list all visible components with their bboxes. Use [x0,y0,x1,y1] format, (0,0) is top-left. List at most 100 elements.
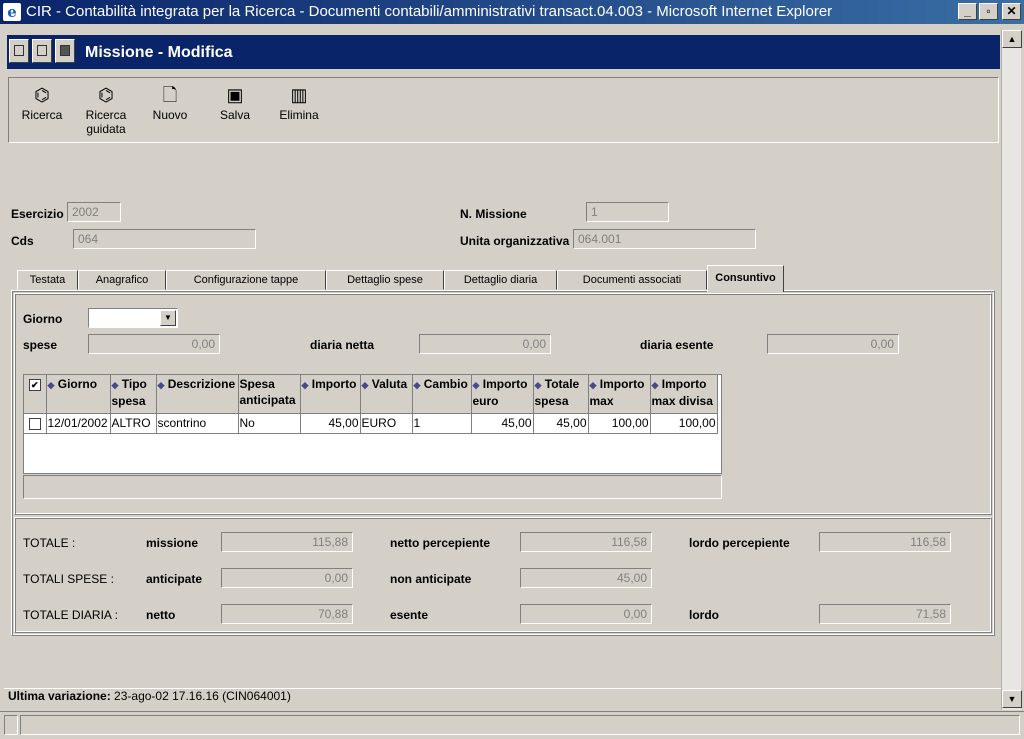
unita-organizzativa-label: Unita organizzativa [460,234,570,248]
sort-icon: ◆ [111,380,119,390]
guided-search-button[interactable]: ⌬ Ricerca guidata [75,84,137,136]
scroll-up-icon[interactable]: ▲ [1002,30,1022,48]
sort-icon: ◆ [301,380,309,390]
lordo-label: lordo [689,608,719,622]
last-modified-value: 23-ago-02 17.16.16 (CIN064001) [114,689,291,703]
cell-tipo-spesa: ALTRO [110,413,157,434]
col-header-importo-euro[interactable]: ◆ Importo euro [471,375,534,414]
totale-diaria-label: TOTALE DIARIA : [23,608,118,622]
tab-documenti-associati[interactable]: Documenti associati [557,270,707,290]
col-header-importo-max[interactable]: ◆ Importo max [588,375,651,414]
giorno-label: Giorno [23,312,63,326]
select-all-checkbox[interactable]: ✔ [24,375,47,414]
spese-field[interactable]: 0,00 [88,334,220,354]
restore-button[interactable]: ▫ [979,3,998,20]
internet-explorer-icon: e [3,3,21,21]
esercizio-label: Esercizio [11,207,64,221]
col-header-giorno[interactable]: ◆ Giorno [46,375,111,414]
sort-icon: ◆ [361,380,369,390]
toolbar: ⌬ Ricerca ⌬ Ricerca guidata 🗋 Nuovo ▣ Sa… [8,77,999,143]
scroll-down-icon[interactable]: ▼ [1002,690,1022,708]
cell-importo-max: 100,00 [588,413,651,434]
status-indicator [4,715,18,735]
sort-icon: ◆ [47,380,55,390]
save-button[interactable]: ▣ Salva [204,84,266,122]
cell-importo: 45,00 [300,413,361,434]
n-missione-field[interactable]: 1 [586,202,669,222]
col-header-cambio[interactable]: ◆ Cambio [412,375,472,414]
save-window-icon[interactable] [32,39,52,63]
save-button-label: Salva [219,108,251,122]
status-text-area [20,715,1020,735]
last-modified-bar: Ultima variazione: 23-ago-02 17.16.16 (C… [4,688,1001,705]
diaria-esente-field[interactable]: 0,00 [767,334,899,354]
missione-label: missione [146,536,199,550]
unita-organizzativa-field[interactable]: 064.001 [573,229,756,249]
esente-field[interactable]: 0,00 [520,604,652,624]
window-title-bar: e CIR - Contabilità integrata per la Ric… [0,0,1024,24]
col-header-tipo-spesa[interactable]: ◆ Tipo spesa [110,375,157,414]
col-header-valuta[interactable]: ◆ Valuta [360,375,413,414]
giorno-select[interactable]: ▼ [88,308,178,328]
col-header-descrizione[interactable]: ◆ Descrizione [156,375,239,414]
minimize-button[interactable]: _ [958,3,977,20]
cds-field[interactable]: 064 [73,229,256,249]
table-row[interactable]: 12/01/2002 ALTRO scontrino No 45,00 EURO… [24,413,718,434]
cell-valuta: EURO [360,413,413,434]
sort-icon: ◆ [472,380,480,390]
diaria-netta-label: diaria netta [310,338,375,352]
lordo-percepiente-label: lordo percepiente [689,536,790,550]
col-header-importo[interactable]: ◆ Importo [300,375,361,414]
tab-testata[interactable]: Testata [17,270,78,290]
lordo-percepiente-field[interactable]: 116,58 [819,532,951,552]
netto-field[interactable]: 70,88 [221,604,353,624]
diaria-esente-label: diaria esente [640,338,714,352]
col-header-importo-max-divisa[interactable]: ◆ Importo max divisa [650,375,718,414]
anticipate-field[interactable]: 0,00 [221,568,353,588]
tab-consuntivo[interactable]: Consuntivo [707,265,784,292]
tab-configurazione-tappe[interactable]: Configurazione tappe [166,270,326,290]
row-checkbox[interactable] [24,413,47,434]
cell-cambio: 1 [412,413,472,434]
tab-dettaglio-spese[interactable]: Dettaglio spese [326,270,444,290]
esercizio-field[interactable]: 2002 [67,202,121,222]
delete-button[interactable]: ▥ Elimina [268,84,330,122]
sort-icon: ◆ [589,380,597,390]
sort-icon: ◆ [534,380,542,390]
spese-label: spese [23,338,58,352]
new-button-label: Nuovo [152,108,188,122]
search-button-label: Ricerca [21,108,63,122]
window-title: CIR - Contabilità integrata per la Ricer… [26,3,833,20]
cell-descrizione: scontrino [156,413,239,434]
new-document-icon: 🗋 [162,85,178,105]
close-button[interactable]: ✕ [1002,3,1021,20]
non-anticipate-label: non anticipate [390,572,472,586]
anticipate-label: anticipate [146,572,203,586]
cell-totale-spesa: 45,00 [533,413,589,434]
close-window-icon[interactable] [55,39,75,63]
trash-icon: ▥ [290,85,308,105]
netto-label: netto [146,608,176,622]
new-button[interactable]: 🗋 Nuovo [139,84,201,122]
last-modified-label: Ultima variazione: [8,689,111,703]
sort-icon: ◆ [157,380,165,390]
help-icon[interactable] [9,39,29,63]
netto-percepiente-field[interactable]: 116,58 [520,532,652,552]
chevron-down-icon[interactable]: ▼ [160,310,176,326]
diaria-netta-field[interactable]: 0,00 [419,334,551,354]
form-title: Missione - Modifica [85,44,233,61]
tab-dettaglio-diaria[interactable]: Dettaglio diaria [444,270,557,290]
lordo-field[interactable]: 71,58 [819,604,951,624]
esente-label: esente [390,608,429,622]
vertical-scrollbar[interactable]: ▲ ▼ [1001,30,1022,710]
floppy-disk-icon: ▣ [226,85,244,105]
missione-field[interactable]: 115,88 [221,532,353,552]
search-button[interactable]: ⌬ Ricerca [11,84,73,122]
browser-status-bar [0,711,1024,739]
col-header-totale-spesa[interactable]: ◆ Totale spesa [533,375,589,414]
non-anticipate-field[interactable]: 45,00 [520,568,652,588]
tab-anagrafico[interactable]: Anagrafico [78,270,166,290]
binoculars-icon: ⌬ [34,85,50,105]
form-header: Missione - Modifica [7,35,1000,69]
col-header-spesa-anticipata[interactable]: Spesa anticipata [238,375,301,414]
